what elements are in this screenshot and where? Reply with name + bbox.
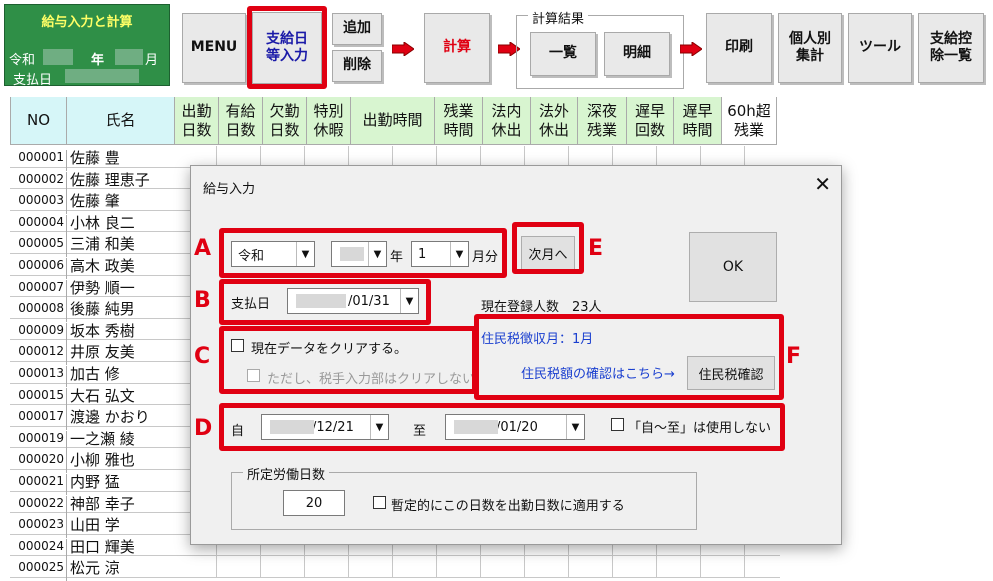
employee-name: 坂本 秀樹	[70, 321, 135, 340]
column-header: 残業 時間	[435, 97, 483, 145]
callout-b: B	[194, 288, 211, 313]
employee-name: 三浦 和美	[70, 235, 135, 254]
apply-provisional-checkbox[interactable]	[373, 496, 386, 509]
employee-name: 大石 弘文	[70, 386, 135, 405]
arrow-right-icon	[392, 42, 414, 56]
table-row[interactable]: 000025 松元 涼	[10, 556, 780, 581]
app-title: 給与入力と計算	[41, 15, 133, 30]
arrow-right-icon	[680, 42, 702, 56]
individual-summary-button[interactable]: 個人別 集計	[778, 13, 842, 83]
dialog-title: 給与入力	[203, 182, 256, 197]
month-label: 月	[145, 53, 159, 68]
employee-name: 渡邊 かおり	[70, 408, 150, 427]
callout-c: C	[194, 344, 211, 369]
employee-name: 井原 友美	[70, 343, 135, 362]
employee-number: 000025	[10, 560, 67, 581]
row-cells	[173, 556, 780, 578]
column-header: 深夜 残業	[578, 97, 627, 145]
era-label: 令和	[9, 53, 36, 68]
calc-result-group-label: 計算結果	[528, 8, 589, 27]
employee-name: 伊勢 順一	[70, 278, 135, 297]
column-header: 出勤時間	[351, 97, 435, 145]
employee-name: 小林 良二	[70, 213, 135, 232]
column-header: 法内 休出	[483, 97, 531, 145]
detail-button[interactable]: 明細	[604, 32, 670, 76]
callout-a: A	[194, 236, 212, 261]
column-header: 遅早 時間	[674, 97, 722, 145]
app-logo: 給与入力と計算 令和 年 月 支払日	[4, 4, 170, 88]
registered-count: 現在登録人数 23人	[481, 300, 602, 315]
callout-d: D	[194, 416, 213, 441]
highlight-e	[512, 222, 584, 274]
close-icon[interactable]: ✕	[814, 172, 831, 196]
employee-name: 一之瀬 綾	[70, 429, 135, 448]
year-label: 年	[91, 53, 105, 68]
employee-name: 田口 輝美	[70, 537, 135, 556]
employee-name: 内野 猛	[70, 473, 120, 491]
payroll-input-dialog: 給与入力 ✕ 令和 ▼ ▼ 年 1 ▼ 月分 次月へ OK 支払日 /01/31 ▼ …	[190, 165, 842, 545]
employee-name: 山田 学	[70, 516, 120, 535]
column-header: 60h超 残業	[722, 97, 777, 145]
highlight-c	[219, 326, 477, 394]
employee-name: 佐藤 肇	[70, 192, 120, 211]
workdays-input[interactable]: 20	[283, 490, 345, 516]
ok-button[interactable]: OK	[689, 232, 777, 302]
menu-button[interactable]: MENU	[182, 13, 246, 83]
column-header: 有給 日数	[219, 97, 263, 145]
employee-name: 加古 修	[70, 365, 120, 383]
column-header: 欠勤 日数	[263, 97, 307, 145]
employee-name: 高木 政美	[70, 257, 135, 275]
highlight-a	[219, 228, 507, 278]
highlight-f	[474, 314, 784, 400]
print-button[interactable]: 印刷	[706, 13, 772, 83]
add-button[interactable]: 追加	[332, 13, 382, 45]
tools-button[interactable]: ツール	[848, 13, 912, 83]
column-header: NO	[10, 97, 67, 145]
column-header: 法外 休出	[531, 97, 578, 145]
highlight-b	[219, 279, 431, 325]
callout-f: F	[786, 344, 802, 369]
list-button[interactable]: 一覧	[530, 32, 596, 76]
employee-name: 後藤 純男	[70, 300, 135, 319]
employee-name: 小柳 雅也	[70, 451, 135, 470]
highlight-pay-date-entry	[247, 6, 327, 89]
deduction-list-button[interactable]: 支給控 除一覧	[918, 13, 984, 83]
employee-name: 神部 幸子	[70, 494, 135, 513]
employee-name: 佐藤 理恵子	[70, 170, 150, 189]
pay-date-label: 支払日	[13, 73, 53, 88]
column-header: 氏名	[67, 97, 175, 145]
workdays-group-label: 所定労働日数	[243, 464, 330, 483]
callout-e: E	[588, 236, 604, 261]
column-header: 遅早 回数	[627, 97, 674, 145]
column-header: 特別 休暇	[307, 97, 351, 145]
calc-button[interactable]: 計算	[424, 13, 490, 83]
employee-name: 佐藤 豊	[70, 149, 120, 167]
employee-name: 松元 涼	[70, 559, 120, 578]
column-header: 出勤 日数	[175, 97, 219, 145]
delete-button[interactable]: 削除	[332, 50, 382, 82]
row-cells	[173, 146, 780, 167]
apply-provisional-label: 暫定的にこの日数を出勤日数に適用する	[391, 499, 625, 514]
highlight-d	[219, 403, 785, 451]
